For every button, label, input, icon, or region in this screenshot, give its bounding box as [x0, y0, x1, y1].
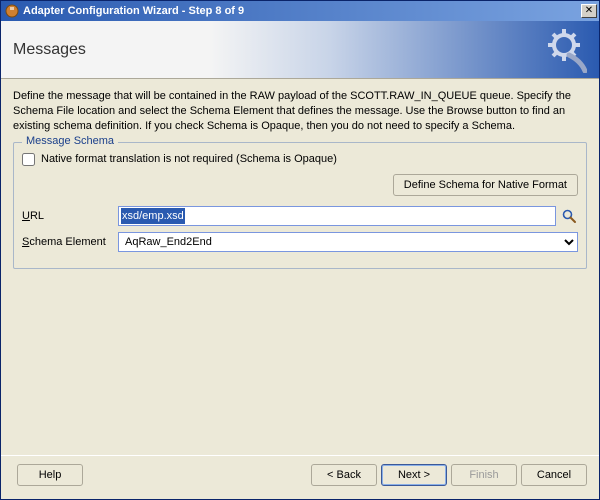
schema-element-row: Schema Element AqRaw_End2End: [22, 232, 578, 252]
wizard-window: Adapter Configuration Wizard - Step 8 of…: [0, 0, 600, 500]
close-icon[interactable]: ✕: [581, 4, 597, 18]
cancel-button[interactable]: Cancel: [521, 464, 587, 486]
url-input[interactable]: xsd/emp.xsd: [118, 206, 556, 226]
define-schema-button[interactable]: Define Schema for Native Format: [393, 174, 578, 196]
back-button[interactable]: < Back: [311, 464, 377, 486]
page-title: Messages: [13, 41, 86, 59]
schema-element-select[interactable]: AqRaw_End2End: [118, 232, 578, 252]
opaque-checkbox[interactable]: [22, 153, 35, 166]
finish-button: Finish: [451, 464, 517, 486]
window-title: Adapter Configuration Wizard - Step 8 of…: [23, 5, 581, 17]
wizard-footer: Help < Back Next > Finish Cancel: [1, 455, 599, 499]
url-row: URL xsd/emp.xsd: [22, 206, 578, 226]
description-text: Define the message that will be containe…: [13, 89, 587, 134]
wizard-body: Define the message that will be containe…: [1, 79, 599, 455]
help-button[interactable]: Help: [17, 464, 83, 486]
message-schema-group: Message Schema Native format translation…: [13, 142, 587, 269]
opaque-checkbox-row[interactable]: Native format translation is not require…: [22, 153, 578, 166]
gear-icon: [541, 27, 587, 76]
banner: Messages: [1, 21, 599, 79]
titlebar: Adapter Configuration Wizard - Step 8 of…: [1, 1, 599, 21]
schema-element-label: Schema Element: [22, 236, 118, 248]
url-value: xsd/emp.xsd: [121, 208, 185, 224]
url-label: URL: [22, 210, 118, 222]
search-icon[interactable]: [560, 207, 578, 225]
group-legend: Message Schema: [22, 135, 118, 147]
app-icon: [5, 4, 19, 18]
opaque-checkbox-label: Native format translation is not require…: [41, 153, 337, 165]
next-button[interactable]: Next >: [381, 464, 447, 486]
